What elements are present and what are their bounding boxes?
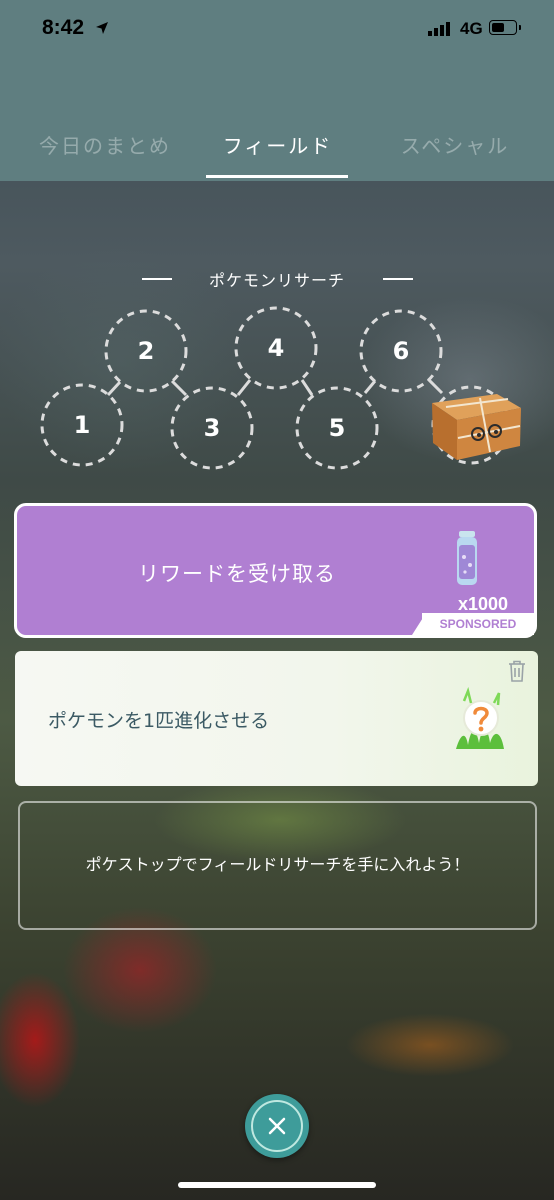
research-title: ポケモンリサーチ: [208, 271, 345, 290]
battery-tip: [519, 25, 521, 30]
empty-slot-message: ポケストップでフィールドリサーチを手に入れよう！: [85, 855, 470, 874]
claim-reward-label: リワードを受け取る: [138, 562, 336, 586]
sponsored-badge: SPONSORED: [422, 613, 534, 635]
battery-icon: [489, 20, 517, 35]
research-reward-box-icon: [432, 394, 521, 460]
stamp-number-4: 4: [267, 334, 285, 362]
signal-icon: [428, 22, 450, 36]
status-time: 8:42: [42, 16, 85, 39]
empty-research-slot: ポケストップでフィールドリサーチを手に入れよう！: [18, 801, 537, 930]
title-divider-right: [383, 278, 413, 280]
tab-selected-indicator: [206, 175, 348, 178]
stamp-connectors: [106, 377, 444, 397]
close-button[interactable]: [245, 1094, 309, 1158]
incense-item-icon: [457, 531, 477, 585]
tab-summary[interactable]: 今日のまとめ: [20, 130, 190, 159]
tab-field[interactable]: フィールド: [205, 130, 350, 159]
stamp-number-6: 6: [392, 337, 410, 365]
network-type: 4G: [460, 19, 483, 38]
home-indicator[interactable]: [178, 1182, 376, 1188]
stamp-number-2: 2: [137, 337, 155, 365]
stamp-circles: [40, 306, 521, 470]
trash-icon[interactable]: [508, 660, 526, 682]
location-arrow-icon: [96, 22, 108, 34]
reward-quantity: x1000: [457, 594, 508, 614]
mystery-pokemon-icon: [456, 687, 504, 749]
research-task-card[interactable]: ポケモンを1匹進化させる: [15, 651, 538, 786]
stamp-number-5: 5: [328, 414, 346, 442]
status-bar: 8:42 4G: [0, 0, 554, 60]
close-icon: [268, 1117, 286, 1135]
claim-reward-button[interactable]: リワードを受け取る x1000 SPONSORED: [14, 503, 537, 638]
tab-special[interactable]: スペシャル: [375, 130, 535, 159]
task-label: ポケモンを1匹進化させる: [48, 710, 270, 732]
research-stamp-track: 1 2 3 4 5 6: [0, 300, 554, 480]
tab-bar: 今日のまとめ フィールド スペシャル: [0, 118, 554, 180]
stamp-number-3: 3: [203, 414, 221, 442]
header: 8:42 4G 今日のまとめ フィールド スペシャル: [0, 0, 554, 181]
stamp-number-1: 1: [73, 411, 91, 439]
